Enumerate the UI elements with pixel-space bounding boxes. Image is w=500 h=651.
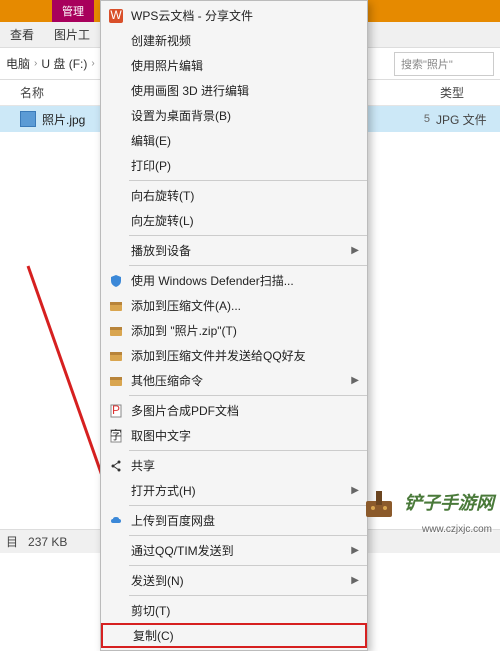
shield-icon [105,274,127,288]
chevron-right-icon: ▶ [351,545,359,556]
archive-icon [105,349,127,363]
ctx-pdf[interactable]: P 多图片合成PDF文档 [101,398,367,423]
separator [129,595,367,596]
ctx-paint3d[interactable]: 使用画图 3D 进行编辑 [101,78,367,103]
separator [129,505,367,506]
ctx-baidu[interactable]: 上传到百度网盘 [101,508,367,533]
wps-icon: W [105,9,127,23]
ctx-edit[interactable]: 编辑(E) [101,128,367,153]
ctx-zip-photo[interactable]: 添加到 "照片.zip"(T) [101,318,367,343]
separator [129,395,367,396]
column-type[interactable]: 类型 [440,84,500,101]
ctx-create-video[interactable]: 创建新视频 [101,28,367,53]
watermark-text: 铲子手游网 [404,489,494,515]
archive-icon [105,299,127,313]
ctx-open-with[interactable]: 打开方式(H)▶ [101,478,367,503]
ctx-zip-qq[interactable]: 添加到压缩文件并发送给QQ好友 [101,343,367,368]
breadcrumb-pc[interactable]: 电脑 [6,55,30,72]
chevron-right-icon: ▶ [351,245,359,256]
ctx-send-to[interactable]: 发送到(N)▶ [101,568,367,593]
separator [129,265,367,266]
ctx-cast[interactable]: 播放到设备▶ [101,238,367,263]
ctx-wps-share[interactable]: W WPS云文档 - 分享文件 [101,3,367,28]
chevron-right-icon: ▶ [351,575,359,586]
chevron-right-icon: › [34,58,37,69]
file-type-label: JPG 文件 [430,111,500,128]
separator [129,450,367,451]
ctx-set-wallpaper[interactable]: 设置为桌面背景(B) [101,103,367,128]
ctx-ocr[interactable]: 字 取图中文字 [101,423,367,448]
share-icon [105,459,127,473]
menu-image-tools[interactable]: 图片工 [54,26,90,43]
chevron-right-icon: ▶ [351,375,359,386]
ctx-rotate-left[interactable]: 向左旋转(L) [101,208,367,233]
separator [129,180,367,181]
svg-text:P: P [112,404,120,417]
ctx-print[interactable]: 打印(P) [101,153,367,178]
ctx-zip-add[interactable]: 添加到压缩文件(A)... [101,293,367,318]
watermark: 铲子手游网 [358,481,494,523]
status-count: 目 [6,533,18,550]
pdf-icon: P [105,404,127,418]
separator [129,565,367,566]
ctx-copy[interactable]: 复制(C) [101,623,367,648]
context-menu: W WPS云文档 - 分享文件 创建新视频 使用照片编辑 使用画图 3D 进行编… [100,0,368,651]
ctx-defender[interactable]: 使用 Windows Defender扫描... [101,268,367,293]
watermark-url: www.czjxjc.com [422,524,492,535]
status-size: 237 KB [28,535,67,549]
archive-icon [105,324,127,338]
ctx-cut[interactable]: 剪切(T) [101,598,367,623]
archive-icon [105,374,127,388]
menu-view[interactable]: 查看 [10,26,34,43]
chevron-right-icon: › [91,58,94,69]
search-input[interactable]: 搜索"照片" [394,52,494,76]
image-file-icon [20,111,36,127]
ctx-share[interactable]: 共享 [101,453,367,478]
watermark-logo-icon [358,481,400,523]
svg-text:W: W [110,9,122,22]
ctx-rotate-right[interactable]: 向右旋转(T) [101,183,367,208]
ctx-zip-other[interactable]: 其他压缩命令▶ [101,368,367,393]
ctx-qq-send[interactable]: 通过QQ/TIM发送到▶ [101,538,367,563]
separator [129,235,367,236]
text-icon: 字 [105,429,127,443]
ctx-edit-photo[interactable]: 使用照片编辑 [101,53,367,78]
ribbon-tab-manage[interactable]: 管理 [52,0,94,22]
cloud-icon [105,514,127,528]
svg-text:字: 字 [110,429,122,442]
separator [129,535,367,536]
breadcrumb-drive[interactable]: U 盘 (F:) [41,55,87,72]
